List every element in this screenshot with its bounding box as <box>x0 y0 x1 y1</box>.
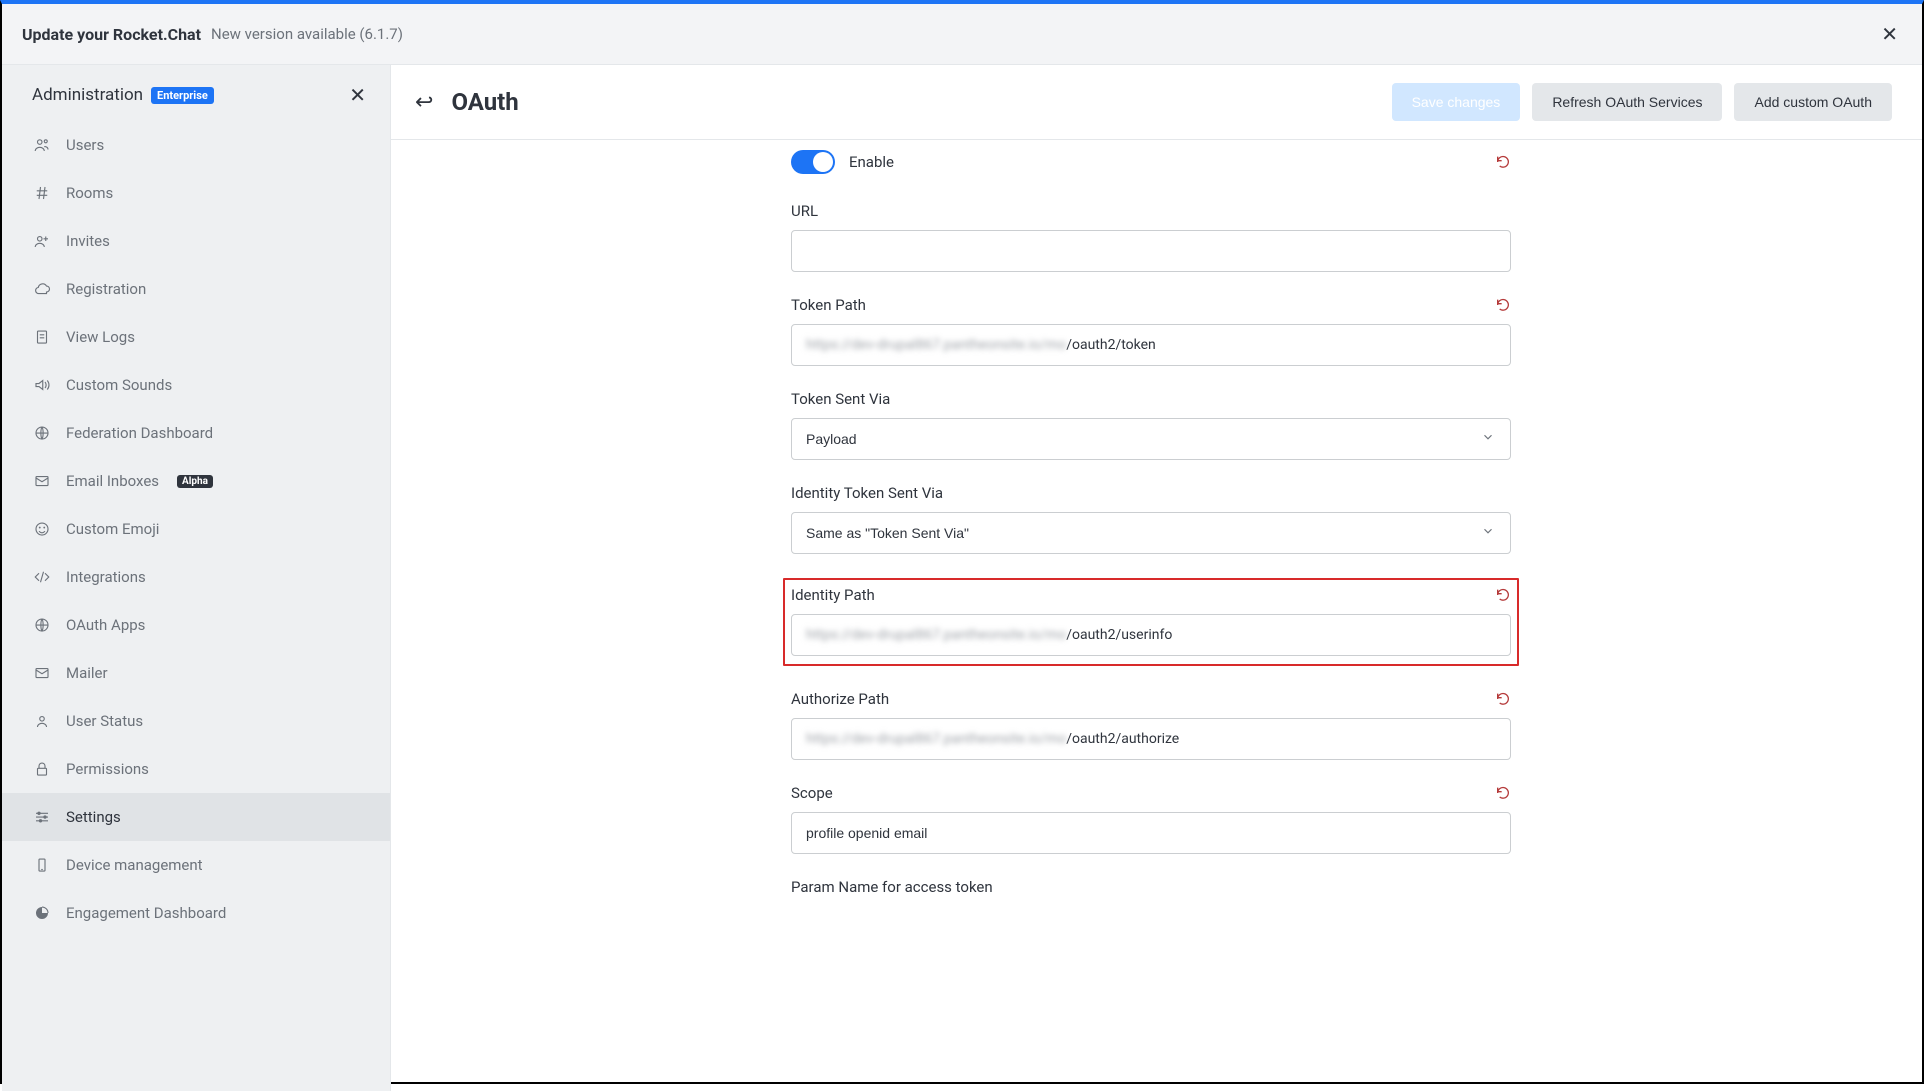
hash-icon <box>32 183 52 203</box>
sidebar-item-custom-emoji[interactable]: Custom Emoji <box>2 505 390 553</box>
banner-subtitle: New version available (6.1.7) <box>211 25 403 43</box>
identity-path-highlight: Identity Path https://dev-drupal867.pant… <box>783 578 1519 666</box>
back-arrow-icon[interactable]: ↩ <box>415 90 433 115</box>
sidebar-item-mailer[interactable]: Mailer <box>2 649 390 697</box>
refresh-oauth-button[interactable]: Refresh OAuth Services <box>1532 83 1722 121</box>
param-name-label: Param Name for access token <box>791 878 1511 896</box>
user-icon <box>32 711 52 731</box>
sidebar-item-label: Registration <box>66 280 146 298</box>
globe-icon <box>32 423 52 443</box>
sidebar-item-label: Custom Emoji <box>66 520 159 538</box>
identity-token-sent-via-label: Identity Token Sent Via <box>791 484 1511 502</box>
sidebar-item-invites[interactable]: Invites <box>2 217 390 265</box>
sidebar-item-label: Rooms <box>66 184 113 202</box>
url-label: URL <box>791 202 1511 220</box>
sidebar-item-label: Custom Sounds <box>66 376 172 394</box>
reset-icon[interactable] <box>1495 587 1511 603</box>
sidebar-item-label: Settings <box>66 808 121 826</box>
sidebar-item-engagement-dashboard[interactable]: Engagement Dashboard <box>2 889 390 937</box>
sidebar-item-rooms[interactable]: Rooms <box>2 169 390 217</box>
enable-toggle[interactable] <box>791 150 835 174</box>
sidebar-title: Administration <box>32 85 143 105</box>
token-sent-via-select[interactable]: Payload <box>791 418 1511 460</box>
sidebar: Administration Enterprise ✕ Users Rooms … <box>2 65 391 1091</box>
page-header: ↩ OAuth Save changes Refresh OAuth Servi… <box>391 65 1922 140</box>
url-input[interactable] <box>791 230 1511 272</box>
sidebar-item-oauth-apps[interactable]: OAuth Apps <box>2 601 390 649</box>
token-path-input[interactable]: https://dev-drupal867.pantheonsite.io/mo… <box>791 324 1511 366</box>
mail-icon <box>32 663 52 683</box>
sidebar-item-label: Mailer <box>66 664 108 682</box>
device-icon <box>32 855 52 875</box>
sidebar-item-label: Users <box>66 136 104 154</box>
sidebar-item-users[interactable]: Users <box>2 121 390 169</box>
sidebar-item-label: Permissions <box>66 760 149 778</box>
document-icon <box>32 327 52 347</box>
sidebar-item-label: Email Inboxes <box>66 472 159 490</box>
sidebar-item-label: User Status <box>66 712 143 730</box>
identity-path-label: Identity Path <box>791 586 875 604</box>
scope-label: Scope <box>791 784 833 802</box>
page-title: OAuth <box>451 88 518 116</box>
sidebar-item-permissions[interactable]: Permissions <box>2 745 390 793</box>
lock-icon <box>32 759 52 779</box>
enterprise-badge: Enterprise <box>151 87 214 104</box>
sidebar-item-email-inboxes[interactable]: Email Inboxes Alpha <box>2 457 390 505</box>
sidebar-item-view-logs[interactable]: View Logs <box>2 313 390 361</box>
globe-icon <box>32 615 52 635</box>
sidebar-item-label: Engagement Dashboard <box>66 904 226 922</box>
close-icon[interactable]: ✕ <box>1877 18 1902 50</box>
emoji-icon <box>32 519 52 539</box>
sidebar-item-settings[interactable]: Settings <box>2 793 390 841</box>
token-path-label: Token Path <box>791 296 866 314</box>
enable-label: Enable <box>849 153 894 171</box>
token-sent-via-label: Token Sent Via <box>791 390 1511 408</box>
sidebar-item-label: Device management <box>66 856 203 874</box>
alpha-badge: Alpha <box>177 475 213 488</box>
sidebar-item-label: Federation Dashboard <box>66 424 213 442</box>
authorize-path-input[interactable]: https://dev-drupal867.pantheonsite.io/mo… <box>791 718 1511 760</box>
sidebar-item-user-status[interactable]: User Status <box>2 697 390 745</box>
update-banner: Update your Rocket.Chat New version avai… <box>2 4 1922 65</box>
reset-icon[interactable] <box>1495 297 1511 313</box>
banner-title: Update your Rocket.Chat <box>22 25 201 44</box>
sidebar-item-label: Integrations <box>66 568 146 586</box>
reset-icon[interactable] <box>1495 154 1511 170</box>
authorize-path-label: Authorize Path <box>791 690 889 708</box>
sound-icon <box>32 375 52 395</box>
scope-input[interactable] <box>791 812 1511 854</box>
close-icon[interactable]: ✕ <box>349 83 366 107</box>
sidebar-item-custom-sounds[interactable]: Custom Sounds <box>2 361 390 409</box>
sliders-icon <box>32 807 52 827</box>
reset-icon[interactable] <box>1495 691 1511 707</box>
code-icon <box>32 567 52 587</box>
sidebar-item-label: Invites <box>66 232 110 250</box>
pie-chart-icon <box>32 903 52 923</box>
user-plus-icon <box>32 231 52 251</box>
sidebar-item-label: OAuth Apps <box>66 616 145 634</box>
add-custom-oauth-button[interactable]: Add custom OAuth <box>1734 83 1892 121</box>
reset-icon[interactable] <box>1495 785 1511 801</box>
mail-icon <box>32 471 52 491</box>
cloud-icon <box>32 279 52 299</box>
sidebar-item-device-management[interactable]: Device management <box>2 841 390 889</box>
users-icon <box>32 135 52 155</box>
sidebar-item-integrations[interactable]: Integrations <box>2 553 390 601</box>
identity-token-sent-via-select[interactable]: Same as "Token Sent Via" <box>791 512 1511 554</box>
save-button[interactable]: Save changes <box>1392 83 1521 121</box>
sidebar-item-federation[interactable]: Federation Dashboard <box>2 409 390 457</box>
sidebar-item-label: View Logs <box>66 328 135 346</box>
identity-path-input[interactable]: https://dev-drupal867.pantheonsite.io/mo… <box>791 614 1511 656</box>
sidebar-item-registration[interactable]: Registration <box>2 265 390 313</box>
